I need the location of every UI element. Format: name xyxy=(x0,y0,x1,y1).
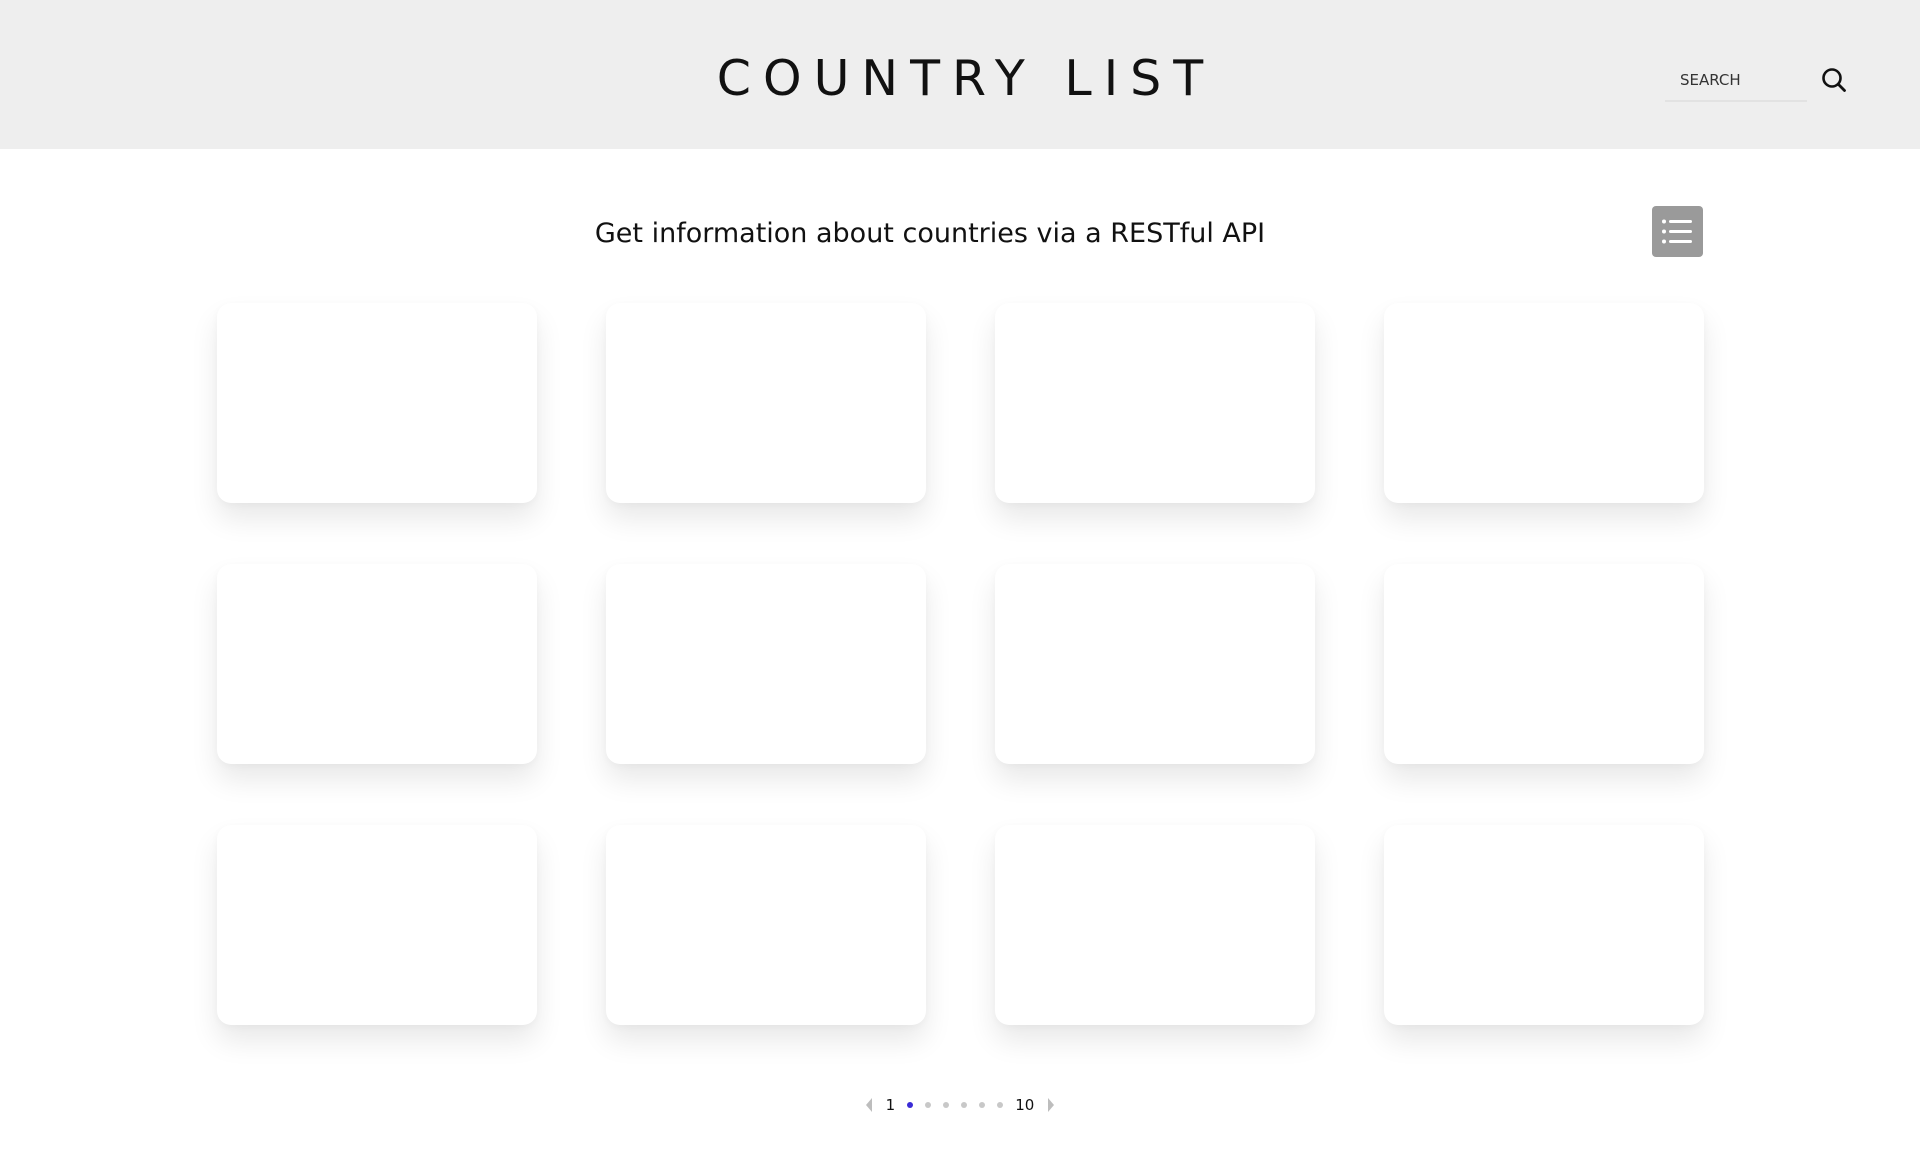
page-dot[interactable] xyxy=(925,1102,932,1108)
page-last[interactable]: 10 xyxy=(1009,1096,1040,1114)
page-dots xyxy=(901,1102,1009,1108)
country-card[interactable] xyxy=(995,303,1315,503)
country-card[interactable] xyxy=(1384,303,1704,503)
page-dot[interactable] xyxy=(961,1102,968,1108)
search-button[interactable] xyxy=(1820,66,1848,94)
app-header: COUNTRY LIST xyxy=(0,0,1920,149)
chevron-left-icon xyxy=(865,1098,872,1112)
country-card[interactable] xyxy=(217,564,537,764)
page-dot[interactable] xyxy=(979,1102,986,1108)
page-first[interactable]: 1 xyxy=(880,1096,902,1114)
search-icon xyxy=(1822,68,1846,92)
country-card[interactable] xyxy=(217,303,537,503)
page-dot[interactable] xyxy=(943,1102,950,1108)
country-card[interactable] xyxy=(606,825,926,1025)
search-box xyxy=(1665,62,1807,102)
country-card[interactable] xyxy=(1384,825,1704,1025)
country-card[interactable] xyxy=(217,825,537,1025)
page-dot[interactable] xyxy=(997,1102,1004,1108)
page-subtitle: Get information about countries via a RE… xyxy=(594,218,1266,249)
country-card[interactable] xyxy=(606,303,926,503)
country-card[interactable] xyxy=(995,564,1315,764)
next-page-button[interactable] xyxy=(1040,1094,1062,1116)
pagination: 1 10 xyxy=(0,1090,1920,1120)
country-card-grid xyxy=(217,303,1704,1025)
prev-page-button[interactable] xyxy=(858,1094,880,1116)
search-input[interactable] xyxy=(1665,62,1807,98)
list-icon xyxy=(1662,219,1692,244)
country-card[interactable] xyxy=(995,825,1315,1025)
country-card[interactable] xyxy=(606,564,926,764)
list-view-toggle-button[interactable] xyxy=(1652,206,1703,257)
chevron-right-icon xyxy=(1048,1098,1055,1112)
country-card[interactable] xyxy=(1384,564,1704,764)
page-dot[interactable] xyxy=(907,1102,914,1108)
page-title: COUNTRY LIST xyxy=(716,50,1216,107)
